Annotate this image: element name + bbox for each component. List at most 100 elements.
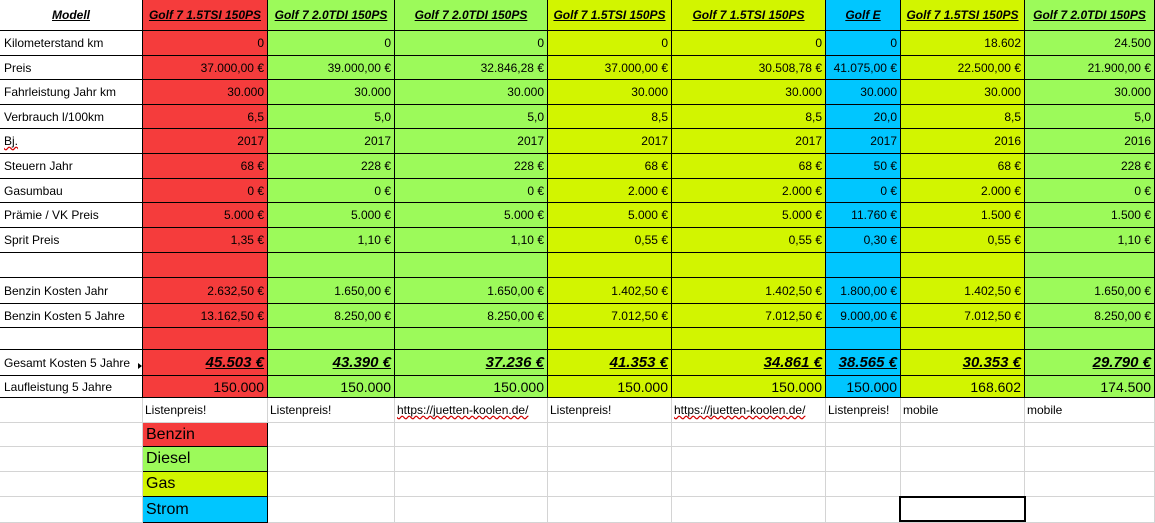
- value-cell[interactable]: 0: [395, 31, 548, 56]
- empty-cell[interactable]: [395, 423, 548, 447]
- value-cell[interactable]: 0 €: [395, 179, 548, 203]
- value-cell[interactable]: 2017: [268, 129, 395, 154]
- empty-cell[interactable]: [1025, 423, 1155, 447]
- value-cell[interactable]: 24.500: [1025, 31, 1155, 56]
- value-cell[interactable]: 8,5: [672, 105, 826, 129]
- value-cell[interactable]: 30.508,78 €: [672, 56, 826, 80]
- empty-cell[interactable]: [0, 447, 143, 472]
- source-cell[interactable]: Listenpreis!: [826, 398, 901, 423]
- value-cell[interactable]: [143, 328, 268, 350]
- source-cell[interactable]: Listenpreis!: [143, 398, 268, 423]
- value-cell[interactable]: [826, 328, 901, 350]
- value-cell[interactable]: 22.500,00 €: [901, 56, 1025, 80]
- row-label-cell[interactable]: Bj.: [0, 129, 143, 154]
- value-cell[interactable]: 8,5: [548, 105, 672, 129]
- empty-cell[interactable]: [548, 472, 672, 497]
- value-cell[interactable]: [826, 253, 901, 278]
- value-cell[interactable]: 150.000: [826, 376, 901, 398]
- empty-cell[interactable]: [395, 497, 548, 523]
- value-cell[interactable]: 0: [548, 31, 672, 56]
- value-cell[interactable]: 43.390 €: [268, 350, 395, 376]
- header-label-cell[interactable]: Modell: [0, 0, 143, 31]
- value-cell[interactable]: 37.000,00 €: [143, 56, 268, 80]
- value-cell[interactable]: 1,10 €: [268, 228, 395, 253]
- value-cell[interactable]: 150.000: [268, 376, 395, 398]
- row-label-cell[interactable]: Prämie / VK Preis: [0, 203, 143, 228]
- value-cell[interactable]: 38.565 €: [826, 350, 901, 376]
- spreadsheet-grid[interactable]: Modell Golf 7 1.5TSI 150PS Golf 7 2.0TDI 1…: [0, 0, 1155, 523]
- model-header-cell[interactable]: Golf 7 2.0TDI 150PS: [268, 0, 395, 31]
- value-cell[interactable]: 68 €: [143, 154, 268, 179]
- value-cell[interactable]: 5.000 €: [672, 203, 826, 228]
- model-header-cell[interactable]: Golf 7 1.5TSI 150PS: [672, 0, 826, 31]
- value-cell[interactable]: 0: [268, 31, 395, 56]
- empty-cell[interactable]: [0, 472, 143, 497]
- value-cell[interactable]: 32.846,28 €: [395, 56, 548, 80]
- value-cell[interactable]: 30.000: [143, 80, 268, 105]
- value-cell[interactable]: 1.402,50 €: [548, 278, 672, 304]
- row-label-cell[interactable]: Verbrauch l/100km: [0, 105, 143, 129]
- value-cell[interactable]: 45.503 €: [143, 350, 268, 376]
- value-cell[interactable]: [395, 253, 548, 278]
- value-cell[interactable]: 2.000 €: [672, 179, 826, 203]
- model-header-cell[interactable]: Golf 7 1.5TSI 150PS: [143, 0, 268, 31]
- value-cell[interactable]: [143, 253, 268, 278]
- value-cell[interactable]: 0 €: [143, 179, 268, 203]
- value-cell[interactable]: 1.650,00 €: [268, 278, 395, 304]
- value-cell[interactable]: 1,35 €: [143, 228, 268, 253]
- selected-cell[interactable]: [899, 496, 1026, 522]
- value-cell[interactable]: [268, 253, 395, 278]
- value-cell[interactable]: 30.000: [268, 80, 395, 105]
- value-cell[interactable]: 68 €: [672, 154, 826, 179]
- row-label-cell[interactable]: Laufleistung 5 Jahre: [0, 376, 143, 398]
- value-cell[interactable]: [672, 328, 826, 350]
- value-cell[interactable]: [901, 253, 1025, 278]
- value-cell[interactable]: [901, 328, 1025, 350]
- empty-cell[interactable]: [1025, 447, 1155, 472]
- value-cell[interactable]: 1.500 €: [1025, 203, 1155, 228]
- source-cell[interactable]: https://juetten-koolen.de/: [672, 398, 826, 423]
- value-cell[interactable]: 37.236 €: [395, 350, 548, 376]
- empty-cell[interactable]: [672, 497, 826, 523]
- value-cell[interactable]: 150.000: [548, 376, 672, 398]
- row-label-cell[interactable]: Sprit Preis: [0, 228, 143, 253]
- value-cell[interactable]: [1025, 328, 1155, 350]
- model-header-cell[interactable]: Golf 7 2.0TDI 150PS: [1025, 0, 1155, 31]
- value-cell[interactable]: 29.790 €: [1025, 350, 1155, 376]
- row-label-cell[interactable]: Benzin Kosten Jahr: [0, 278, 143, 304]
- value-cell[interactable]: 0: [143, 31, 268, 56]
- value-cell[interactable]: 228 €: [395, 154, 548, 179]
- value-cell[interactable]: 1.402,50 €: [901, 278, 1025, 304]
- empty-cell[interactable]: [901, 423, 1025, 447]
- value-cell[interactable]: 30.000: [395, 80, 548, 105]
- empty-cell[interactable]: [1025, 472, 1155, 497]
- value-cell[interactable]: 2017: [548, 129, 672, 154]
- value-cell[interactable]: 5,0: [1025, 105, 1155, 129]
- row-label-cell[interactable]: Kilometerstand km: [0, 31, 143, 56]
- empty-cell[interactable]: [268, 497, 395, 523]
- value-cell[interactable]: 0 €: [268, 179, 395, 203]
- value-cell[interactable]: 68 €: [548, 154, 672, 179]
- row-label-cell[interactable]: Preis: [0, 56, 143, 80]
- value-cell[interactable]: 68 €: [901, 154, 1025, 179]
- value-cell[interactable]: 0 €: [1025, 179, 1155, 203]
- empty-cell[interactable]: [672, 447, 826, 472]
- value-cell[interactable]: 2017: [395, 129, 548, 154]
- value-cell[interactable]: 5.000 €: [548, 203, 672, 228]
- value-cell[interactable]: 2016: [1025, 129, 1155, 154]
- value-cell[interactable]: 39.000,00 €: [268, 56, 395, 80]
- value-cell[interactable]: 228 €: [268, 154, 395, 179]
- empty-cell[interactable]: [395, 472, 548, 497]
- value-cell[interactable]: 5.000 €: [143, 203, 268, 228]
- value-cell[interactable]: 30.000: [1025, 80, 1155, 105]
- value-cell[interactable]: 11.760 €: [826, 203, 901, 228]
- empty-cell[interactable]: [672, 472, 826, 497]
- empty-cell[interactable]: [548, 447, 672, 472]
- empty-cell[interactable]: [548, 497, 672, 523]
- value-cell[interactable]: 41.075,00 €: [826, 56, 901, 80]
- row-label-cell[interactable]: [0, 253, 143, 278]
- value-cell[interactable]: 34.861 €: [672, 350, 826, 376]
- value-cell[interactable]: 30.353 €: [901, 350, 1025, 376]
- value-cell[interactable]: 228 €: [1025, 154, 1155, 179]
- value-cell[interactable]: 5,0: [395, 105, 548, 129]
